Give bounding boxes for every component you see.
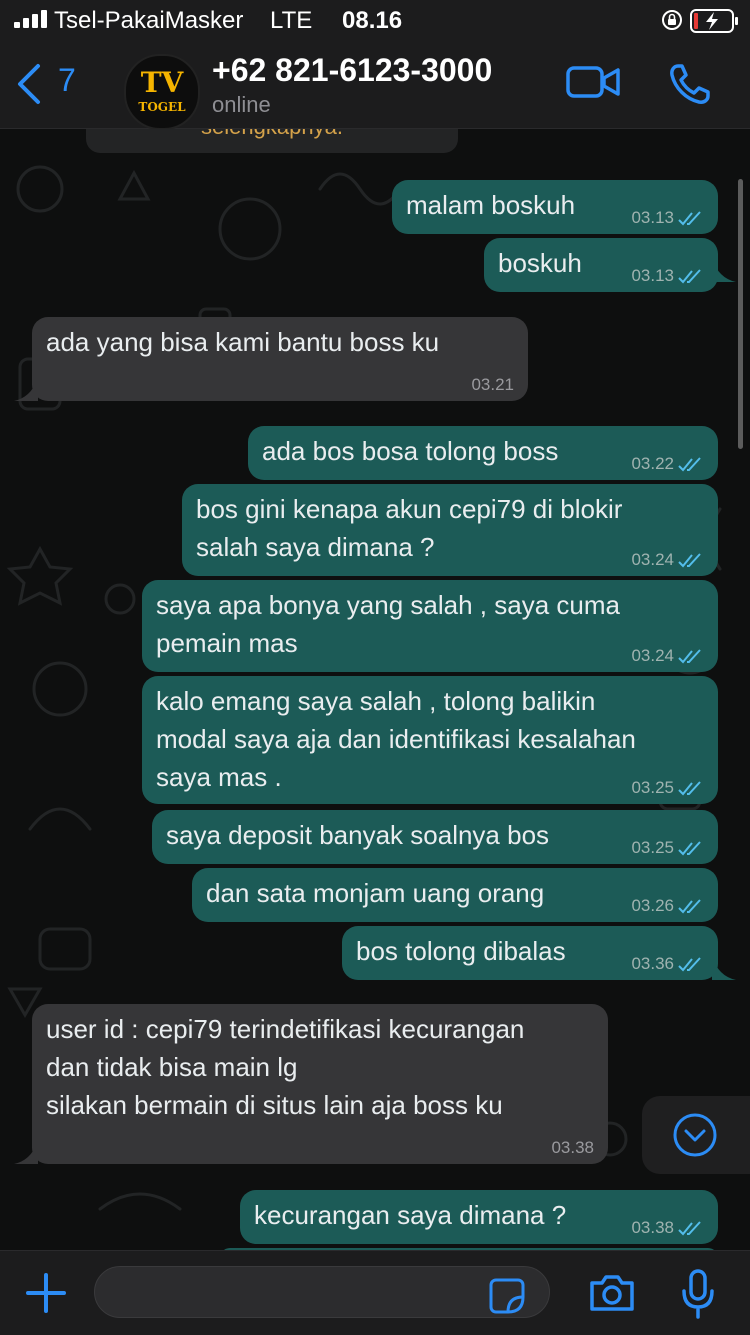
chat-area[interactable]: selengkapnya. malam boskuh 03.13 boskuh … [0,129,750,1250]
scroll-to-bottom-button[interactable] [642,1096,750,1174]
message-meta: 03.13 [631,266,704,286]
message-meta: 03.24 [631,646,704,666]
message-bubble-outgoing[interactable]: bos gini kenapa akun cepi79 di blokir sa… [182,484,718,576]
message-bubble-outgoing[interactable]: malam boskuh 03.13 [392,180,718,234]
chat-scrollbar[interactable] [738,179,743,449]
message-meta: 03.36 [631,954,704,974]
message-bubble-incoming[interactable]: user id : cepi79 terindetifikasi kecuran… [32,1004,608,1164]
message-bubble-outgoing[interactable]: boskuh 03.13 [484,238,718,292]
chevron-down-circle-icon [673,1113,717,1157]
message-text: dan sata monjam uang orang [206,878,545,908]
avatar-logo-tv: TV [140,66,184,99]
message-text: malam boskuh [406,190,576,220]
read-receipt-icon [678,456,701,472]
message-text: user id : cepi79 terindetifikasi kecuran… [46,1014,525,1120]
bubble-tail [712,956,736,980]
message-bubble-outgoing[interactable]: dan sata monjam uang orang 03.26 [192,868,718,922]
message-bubble-incoming[interactable]: ada yang bisa kami bantu boss ku 03.21 [32,317,528,401]
message-bubble-outgoing[interactable]: bos tolong dibalas 03.36 [342,926,718,980]
read-receipt-icon [678,268,701,284]
read-receipt-icon [678,210,701,226]
read-receipt-icon [678,648,701,664]
contact-status: online [212,92,271,117]
message-time: 03.21 [471,375,514,394]
bubble-tail [14,1140,38,1164]
message-text: kecurangan saya dimana ? [254,1200,567,1230]
message-text: ada yang bisa kami bantu boss ku [46,327,440,357]
camera-icon[interactable] [588,1273,636,1313]
message-time: 03.24 [631,646,674,665]
avatar-logo-togel: TOGEL [138,100,186,114]
message-text: bos gini kenapa akun cepi79 di blokir sa… [196,494,623,562]
message-text: saya apa bonya yang salah , saya cuma pe… [156,590,620,658]
message-text: kalo emang saya salah , tolong balikin m… [156,686,636,792]
message-text: ada bos bosa tolong boss [262,436,559,466]
message-time: 03.25 [631,778,674,797]
rotation-lock-icon [662,10,682,30]
message-text: boskuh [498,248,582,278]
bubble-tail [14,377,38,401]
message-meta: 03.25 [631,838,704,858]
message-meta: 03.26 [631,896,704,916]
read-receipt-icon [678,956,701,972]
message-meta: 03.21 [471,375,514,395]
message-time: 03.26 [631,896,674,915]
message-text: bos tolong dibalas [356,936,566,966]
message-meta: 03.38 [631,1218,704,1238]
plus-icon[interactable] [24,1271,68,1315]
battery-icon [690,9,738,33]
message-time: 03.25 [631,838,674,857]
read-receipt-icon [678,552,701,568]
contact-avatar[interactable]: TV TOGEL [124,54,200,130]
sticker-icon[interactable] [488,1277,526,1315]
phone-call-icon[interactable] [668,62,712,106]
status-bar: Tsel-PakaiMasker LTE 08.16 [0,0,750,40]
message-time: 03.38 [551,1138,594,1157]
message-time: 03.13 [631,266,674,285]
message-meta: 03.13 [631,208,704,228]
message-text: saya deposit banyak soalnya bos [166,820,550,850]
message-bubble-outgoing[interactable]: saya deposit banyak soalnya bos 03.25 [152,810,718,864]
message-time: 03.24 [631,550,674,569]
message-composer [0,1250,750,1335]
message-bubble-outgoing[interactable]: kalo emang saya salah , tolong balikin m… [142,676,718,804]
read-receipt-icon [678,898,701,914]
carrier-name: Tsel-PakaiMasker [54,7,244,34]
message-meta: 03.24 [631,550,704,570]
message-bubble-outgoing[interactable]: saya apa bonya yang salah , saya cuma pe… [142,580,718,672]
back-chevron-icon[interactable] [14,62,44,106]
message-bubble-outgoing[interactable]: ada bos bosa tolong boss 03.22 [248,426,718,480]
previous-message-clipped: selengkapnya. [86,129,458,153]
signal-icon [14,10,47,28]
message-meta: 03.38 [551,1138,594,1158]
message-time: 03.38 [631,1218,674,1237]
video-call-icon[interactable] [566,64,620,100]
microphone-icon[interactable] [680,1269,716,1319]
network-type: LTE [270,7,313,34]
message-meta: 03.25 [631,778,704,798]
chat-header: 7 TV TOGEL +62 821-6123-3000 online [0,40,750,130]
read-receipt-icon [678,1220,701,1236]
message-bubble-outgoing[interactable]: kecurangan saya dimana ? 03.38 [240,1190,718,1244]
message-meta: 03.22 [631,454,704,474]
bubble-tail [712,258,736,282]
clock: 08.16 [342,7,403,34]
message-time: 03.13 [631,208,674,227]
unread-count[interactable]: 7 [58,62,76,99]
contact-name[interactable]: +62 821-6123-3000 [212,52,492,89]
message-input[interactable] [94,1266,550,1318]
read-receipt-icon [678,780,701,796]
message-time: 03.36 [631,954,674,973]
read-receipt-icon [678,840,701,856]
message-time: 03.22 [631,454,674,473]
